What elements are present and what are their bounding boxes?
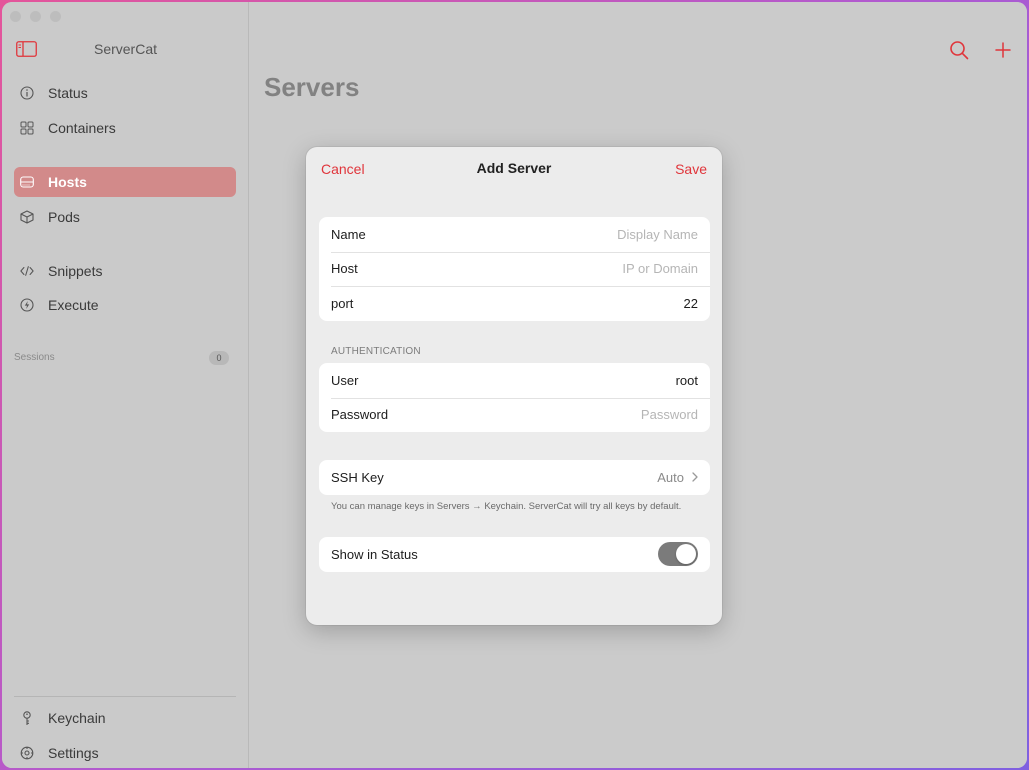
app-title: ServerCat	[93, 41, 158, 57]
ssh-key-value: Auto	[657, 469, 684, 485]
info-circle-icon	[20, 86, 34, 100]
host-input[interactable]	[498, 261, 698, 277]
show-in-status-group: Show in Status	[319, 537, 710, 572]
sidebar-item-keychain[interactable]: Keychain	[14, 703, 236, 733]
ssh-key-label: SSH Key	[331, 469, 384, 485]
ssh-key-note: You can manage keys in Servers → Keychai…	[331, 501, 682, 512]
chevron-right-icon	[692, 470, 698, 485]
sessions-label: Sessions	[14, 352, 55, 363]
authentication-group: User Password	[319, 363, 710, 432]
save-button[interactable]: Save	[675, 161, 707, 177]
sidebar: ServerCat Status Containers Hosts Pods S…	[2, 2, 249, 768]
port-label: port	[331, 295, 354, 311]
sidebar-item-pods[interactable]: Pods	[14, 202, 236, 232]
sidebar-item-settings[interactable]: Settings	[14, 738, 236, 768]
show-in-status-toggle[interactable]	[658, 542, 698, 567]
sidebar-item-label: Status	[48, 85, 88, 101]
ssh-key-row[interactable]: SSH Key Auto	[319, 460, 710, 495]
sidebar-item-label: Snippets	[48, 263, 103, 279]
close-window-button[interactable]	[10, 11, 21, 22]
sidebar-item-containers[interactable]: Containers	[14, 113, 236, 143]
key-icon	[20, 710, 34, 725]
show-in-status-row: Show in Status	[319, 537, 710, 572]
password-row: Password	[319, 397, 710, 433]
sidebar-item-label: Keychain	[48, 710, 106, 726]
sidebar-item-label: Hosts	[48, 174, 87, 190]
sidebar-item-label: Execute	[48, 297, 99, 313]
authentication-header: AUTHENTICATION	[331, 346, 421, 357]
sidebar-divider	[14, 696, 236, 697]
sidebar-item-label: Settings	[48, 745, 99, 761]
host-label: Host	[331, 261, 358, 277]
minimize-window-button[interactable]	[30, 11, 41, 22]
page-title: Servers	[264, 72, 360, 102]
user-row: User	[319, 363, 710, 398]
sessions-count-badge: 0	[209, 351, 229, 365]
name-label: Name	[331, 226, 366, 242]
sidebar-item-execute[interactable]: Execute	[14, 290, 236, 320]
name-row: Name	[319, 217, 710, 252]
server-icon	[20, 175, 34, 189]
host-row: Host	[319, 251, 710, 287]
add-server-dialog: Cancel Add Server Save Name Host port AU…	[306, 147, 722, 625]
show-in-status-label: Show in Status	[331, 546, 418, 562]
grid-icon	[20, 121, 34, 135]
add-icon[interactable]	[993, 40, 1013, 60]
port-input[interactable]	[498, 295, 698, 311]
search-icon[interactable]	[949, 40, 969, 60]
ssh-key-group: SSH Key Auto	[319, 460, 710, 495]
password-label: Password	[331, 407, 389, 423]
code-icon	[20, 264, 34, 278]
toggle-knob	[676, 544, 696, 565]
user-input[interactable]	[498, 372, 698, 388]
port-row: port	[319, 286, 710, 321]
name-input[interactable]	[498, 226, 698, 242]
password-input[interactable]	[498, 407, 698, 423]
cube-icon	[20, 210, 34, 224]
sidebar-item-status[interactable]: Status	[14, 78, 236, 108]
bolt-circle-icon	[20, 298, 34, 312]
sidebar-item-snippets[interactable]: Snippets	[14, 256, 236, 286]
zoom-window-button[interactable]	[50, 11, 61, 22]
dialog-title: Add Server	[476, 160, 552, 176]
sidebar-item-hosts[interactable]: Hosts	[14, 167, 236, 197]
sidebar-item-label: Containers	[48, 120, 116, 136]
gear-icon	[20, 746, 34, 760]
user-label: User	[331, 372, 359, 388]
server-basic-group: Name Host port	[319, 217, 710, 321]
sidebar-item-label: Pods	[48, 209, 80, 225]
